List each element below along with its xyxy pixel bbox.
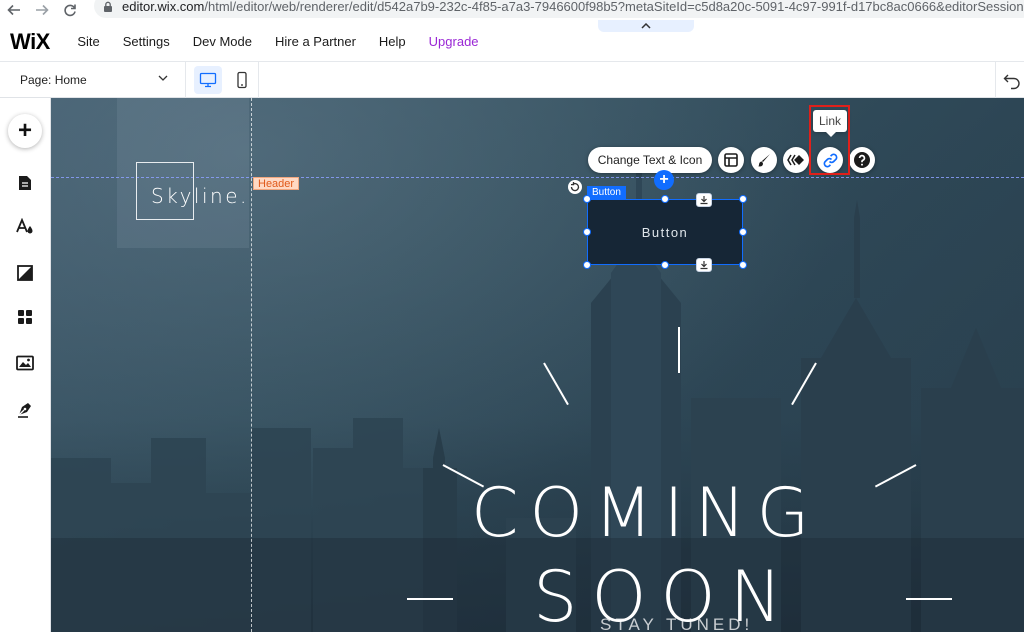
headline-coming[interactable]: COMING bbox=[471, 474, 820, 553]
back-arrow-icon[interactable] bbox=[0, 0, 28, 20]
forward-arrow-icon[interactable] bbox=[28, 0, 56, 20]
theme-icon bbox=[16, 218, 33, 234]
tagline-text[interactable]: STAY TUNED! bbox=[600, 615, 753, 632]
paintbrush-icon bbox=[758, 154, 770, 167]
address-bar[interactable]: editor.wix.com/html/editor/web/renderer/… bbox=[94, 0, 1024, 18]
chevron-up-icon bbox=[641, 23, 651, 29]
header-guide-line bbox=[51, 177, 1024, 178]
browser-toolbar: editor.wix.com/html/editor/web/renderer/… bbox=[0, 0, 1024, 20]
resize-handle[interactable] bbox=[661, 261, 669, 269]
undo-button[interactable] bbox=[1002, 70, 1022, 90]
resize-handle[interactable] bbox=[739, 228, 747, 236]
chevron-down-icon bbox=[158, 75, 168, 81]
editor-canvas[interactable]: Header Skyline. Change Text & Icon Link … bbox=[51, 98, 1024, 632]
collapse-toolbar-tab[interactable] bbox=[598, 20, 694, 32]
desktop-icon bbox=[199, 72, 217, 88]
resize-handle[interactable] bbox=[739, 195, 747, 203]
divider bbox=[995, 62, 996, 98]
url-path: /html/editor/web/renderer/edit/d542a7b9-… bbox=[204, 0, 1024, 14]
decorative-ray bbox=[678, 327, 680, 373]
background-icon bbox=[17, 265, 33, 281]
help-button[interactable] bbox=[849, 147, 875, 173]
resize-handle[interactable] bbox=[583, 228, 591, 236]
resize-handle[interactable] bbox=[739, 261, 747, 269]
wix-logo[interactable]: WiX bbox=[10, 29, 50, 55]
vertical-guide-line bbox=[251, 98, 252, 632]
decorative-dash bbox=[407, 598, 453, 600]
mobile-icon bbox=[237, 71, 247, 89]
design-tool[interactable] bbox=[14, 216, 36, 238]
pen-nib-icon bbox=[18, 403, 31, 418]
resize-handle[interactable] bbox=[661, 195, 669, 203]
animation-button[interactable] bbox=[783, 147, 809, 173]
menu-help[interactable]: Help bbox=[367, 34, 417, 49]
apps-grid-icon bbox=[18, 310, 32, 324]
selected-site-button[interactable]: Button bbox=[587, 199, 743, 265]
menu-site[interactable]: Site bbox=[66, 34, 111, 49]
media-tool[interactable] bbox=[14, 352, 36, 374]
link-tooltip: Link bbox=[813, 110, 847, 137]
menu-upgrade[interactable]: Upgrade bbox=[417, 34, 490, 49]
menu-dev-mode[interactable]: Dev Mode bbox=[181, 34, 263, 49]
mobile-view-button[interactable] bbox=[228, 66, 256, 94]
blog-tool[interactable] bbox=[14, 398, 36, 420]
site-logo-text[interactable]: Skyline. bbox=[151, 184, 249, 208]
editor-sub-bar: Page: Home bbox=[0, 62, 1024, 98]
header-label-tag[interactable]: Header bbox=[253, 177, 300, 190]
decorative-dash bbox=[906, 598, 952, 600]
desktop-view-button[interactable] bbox=[194, 66, 222, 94]
design-button[interactable] bbox=[751, 147, 777, 173]
pages-tool[interactable] bbox=[14, 172, 36, 194]
rotate-icon[interactable] bbox=[568, 180, 582, 194]
add-section-plus-icon[interactable]: + bbox=[654, 170, 674, 190]
resize-handle[interactable] bbox=[583, 195, 591, 203]
page-selector-label: Page: Home bbox=[20, 73, 87, 87]
layout-button[interactable] bbox=[718, 147, 744, 173]
change-text-icon-button[interactable]: Change Text & Icon bbox=[588, 147, 712, 173]
image-icon bbox=[16, 355, 34, 371]
url-text: editor.wix.com/html/editor/web/renderer/… bbox=[122, 0, 1024, 14]
top-menu: Site Settings Dev Mode Hire a Partner He… bbox=[66, 34, 490, 49]
left-tool-panel: + bbox=[0, 98, 51, 632]
page-icon bbox=[19, 176, 31, 190]
divider bbox=[258, 62, 259, 98]
editor-top-bar: WiX Site Settings Dev Mode Hire a Partne… bbox=[0, 20, 1024, 62]
stretch-download-icon[interactable] bbox=[696, 193, 712, 207]
resize-handle[interactable] bbox=[583, 261, 591, 269]
menu-hire-a-partner[interactable]: Hire a Partner bbox=[264, 34, 368, 49]
selected-element-tag: Button bbox=[587, 186, 626, 199]
page-selector[interactable]: Page: Home bbox=[0, 62, 186, 98]
reload-icon[interactable] bbox=[56, 0, 84, 20]
apps-tool[interactable] bbox=[14, 306, 36, 328]
menu-settings[interactable]: Settings bbox=[111, 34, 181, 49]
add-elements-button[interactable]: + bbox=[8, 114, 42, 148]
animation-icon bbox=[787, 154, 804, 166]
lock-icon bbox=[102, 0, 114, 12]
help-icon bbox=[854, 152, 870, 168]
stretch-download-icon[interactable] bbox=[696, 258, 712, 272]
background-tool[interactable] bbox=[14, 262, 36, 284]
url-host: editor.wix.com bbox=[122, 0, 205, 14]
undo-icon bbox=[1003, 74, 1020, 90]
layout-icon bbox=[724, 153, 738, 167]
